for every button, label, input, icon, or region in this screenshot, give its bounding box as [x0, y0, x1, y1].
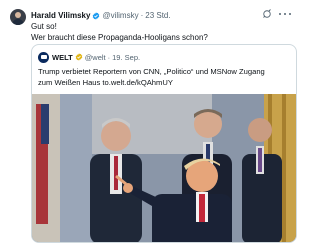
- tweet-text-line: Gut so!: [31, 22, 57, 31]
- quoted-text-line[interactable]: zum Weißen Haus to.welt.de/kQAhmUY: [38, 77, 293, 88]
- avatar-head: [15, 12, 21, 18]
- author-handle[interactable]: @vilimsky: [102, 11, 138, 20]
- tweet[interactable]: Harald Vilimsky @vilimsky · 23 Std. Gut …: [0, 0, 300, 245]
- timestamp[interactable]: 23 Std.: [145, 11, 170, 20]
- verified-badge-icon: [75, 53, 82, 61]
- tweet-text: Gut so! Wer braucht diese Propaganda-Hoo…: [31, 21, 208, 43]
- separator-dot: ·: [140, 11, 144, 20]
- more-icon[interactable]: [279, 10, 291, 18]
- quoted-tweet[interactable]: WELT @welt · 19. Sep. Trump verbietet Re…: [31, 44, 297, 243]
- quoted-text: Trump verbietet Reportern von CNN, „Poli…: [38, 66, 293, 88]
- quoted-author-name[interactable]: WELT: [52, 53, 73, 62]
- quoted-header: WELT @welt · 19. Sep.: [38, 51, 140, 63]
- welt-logo-icon[interactable]: [38, 51, 49, 63]
- avatar[interactable]: [10, 9, 26, 25]
- verified-badge-icon: [93, 11, 100, 20]
- tweet-text-line: Wer braucht diese Propaganda-Hooligans s…: [31, 33, 208, 42]
- photo-illustration: [32, 94, 296, 242]
- separator-dot: ·: [107, 52, 111, 62]
- more-dot: [279, 13, 281, 15]
- author-name[interactable]: Harald Vilimsky: [31, 11, 90, 20]
- avatar-body: [12, 19, 24, 25]
- quoted-timestamp[interactable]: 19. Sep.: [112, 53, 140, 62]
- quoted-text-line: Trump verbietet Reportern von CNN, „Poli…: [38, 67, 265, 76]
- quoted-photo[interactable]: [32, 94, 296, 242]
- more-dot: [289, 13, 291, 15]
- grok-icon[interactable]: [262, 9, 272, 19]
- more-dot: [284, 13, 286, 15]
- quoted-author-handle[interactable]: @welt: [85, 53, 106, 62]
